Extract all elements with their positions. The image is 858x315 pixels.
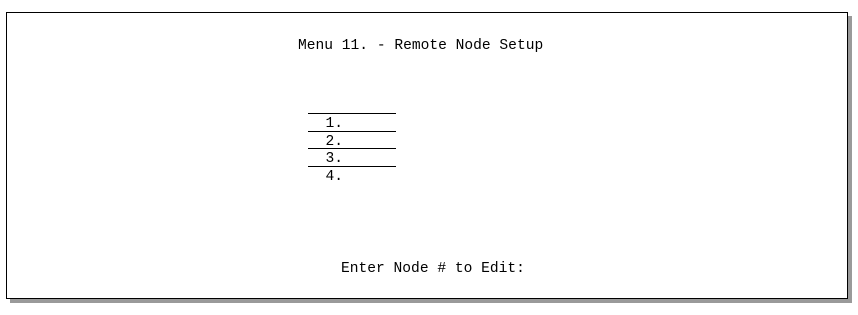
node-number-input[interactable] (587, 261, 607, 278)
remote-node-list: 1. 2. 3. 4. (273, 99, 396, 185)
node-name-blank (308, 113, 396, 114)
remote-node-item-2[interactable]: 2. (273, 117, 396, 150)
node-edit-prompt: Enter Node # to Edit: (341, 261, 525, 277)
remote-node-item-3[interactable]: 3. (273, 134, 396, 167)
node-name-blank (308, 148, 396, 149)
remote-node-item-4[interactable]: 4. (273, 152, 396, 185)
terminal-screen: Menu 11. - Remote Node Setup 1. 2. 3. 4.… (6, 12, 848, 299)
menu-title: Menu 11. - Remote Node Setup (298, 38, 544, 54)
node-name-blank (308, 130, 396, 132)
node-name-blank (308, 165, 396, 167)
remote-node-item-1[interactable]: 1. (273, 99, 396, 132)
node-number: 4. (325, 168, 344, 185)
